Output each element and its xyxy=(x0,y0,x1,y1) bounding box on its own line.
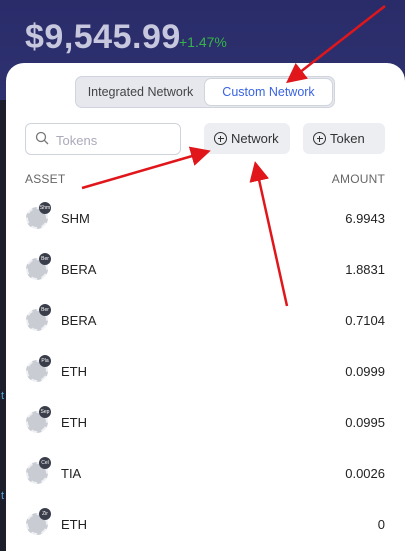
tab-integrated-network[interactable]: Integrated Network xyxy=(78,79,203,105)
asset-row[interactable]: Pla ETH 0.0999 xyxy=(6,352,405,392)
asset-amount: 0.0999 xyxy=(345,364,385,379)
asset-amount: 0.7104 xyxy=(345,313,385,328)
asset-symbol: ETH xyxy=(61,517,87,532)
asset-row[interactable]: Zir ETH 0 xyxy=(6,505,405,545)
network-badge: Zir xyxy=(39,508,51,520)
token-search-box[interactable] xyxy=(25,123,181,155)
search-icon xyxy=(35,131,49,145)
asset-row[interactable]: Ber BERA 0.7104 xyxy=(6,301,405,341)
asset-row[interactable]: Sep ETH 0.0995 xyxy=(6,403,405,443)
asset-row[interactable]: Shm SHM 6.9943 xyxy=(6,199,405,239)
network-badge: Shm xyxy=(39,202,51,214)
asset-row[interactable]: Cel TIA 0.0026 xyxy=(6,454,405,494)
network-badge: Sep xyxy=(39,406,51,418)
plus-circle-icon xyxy=(313,132,326,145)
network-tab-switch: Integrated Network Custom Network xyxy=(75,76,335,108)
asset-symbol: SHM xyxy=(61,211,90,226)
asset-symbol: BERA xyxy=(61,262,97,277)
amount-column-header: AMOUNT xyxy=(331,172,385,186)
asset-row[interactable]: Ber BERA 1.8831 xyxy=(6,250,405,290)
token-panel: Integrated Network Custom Network Networ… xyxy=(6,63,405,551)
add-network-label: Network xyxy=(231,131,279,146)
add-token-label: Token xyxy=(330,131,365,146)
search-input[interactable] xyxy=(54,129,178,151)
asset-symbol: BERA xyxy=(61,313,97,328)
asset-column-header: ASSET xyxy=(25,172,66,186)
plus-circle-icon xyxy=(214,132,227,145)
network-badge: Ber xyxy=(39,253,51,265)
add-token-button[interactable]: Token xyxy=(303,123,385,154)
total-balance: $9,545.99 xyxy=(25,18,181,56)
asset-amount: 0.0995 xyxy=(345,415,385,430)
asset-amount: 0 xyxy=(377,517,385,532)
asset-symbol: ETH xyxy=(61,364,87,379)
asset-amount: 0.0026 xyxy=(345,466,385,481)
asset-amount: 6.9943 xyxy=(345,211,385,226)
balance-change: +1.47% xyxy=(179,34,227,50)
asset-symbol: TIA xyxy=(61,466,82,481)
asset-symbol: ETH xyxy=(61,415,87,430)
network-badge: Cel xyxy=(39,457,51,469)
tab-custom-network[interactable]: Custom Network xyxy=(205,79,332,105)
add-network-button[interactable]: Network xyxy=(204,123,290,154)
asset-amount: 1.8831 xyxy=(345,262,385,277)
network-badge: Ber xyxy=(39,304,51,316)
network-badge: Pla xyxy=(39,355,51,367)
